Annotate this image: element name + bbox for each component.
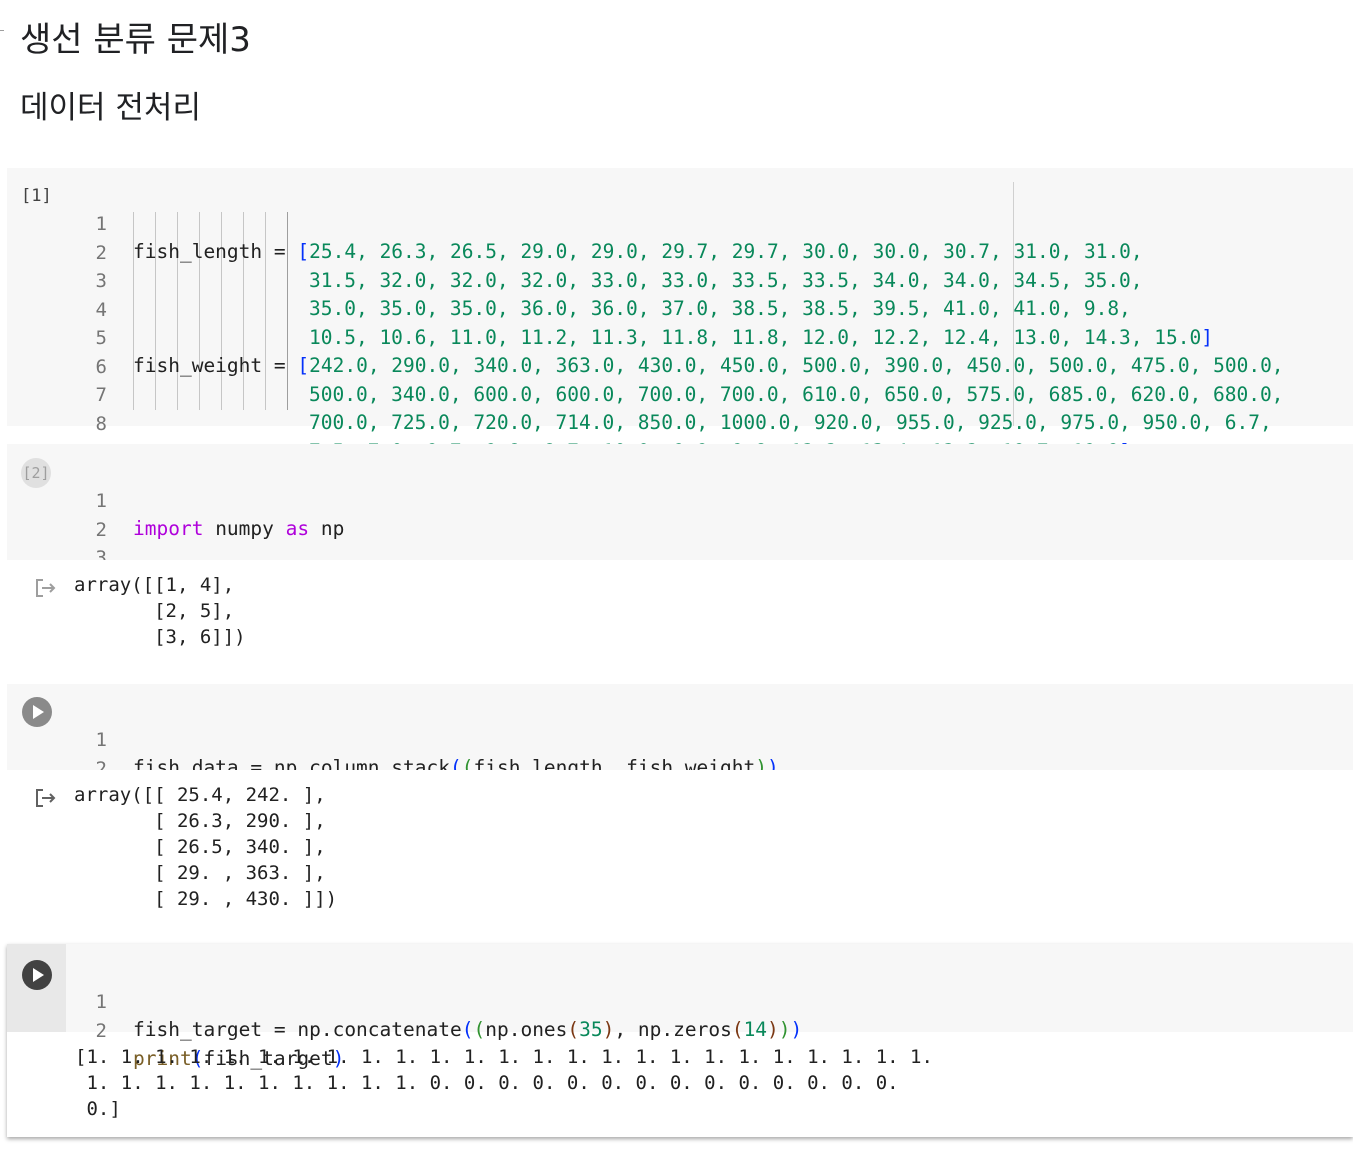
code-line[interactable]: 2 print(fish_target)	[7, 989, 1347, 1070]
code-line[interactable]: 2 31.5, 32.0, 32.0, 32.0, 33.0, 33.0, 33…	[7, 211, 1347, 292]
code-text[interactable]: 700.0, 725.0, 720.0, 714.0, 850.0, 1000.…	[309, 409, 1272, 437]
code-cell-2[interactable]: [2] 1 import numpy as np 2 3 np.column_s…	[7, 444, 1353, 597]
code-line[interactable]: 4 10.5, 10.6, 11.0, 11.2, 11.3, 11.8, 11…	[7, 268, 1347, 349]
output-area-2: array([[1, 4], [2, 5], [3, 6]])	[7, 560, 1353, 670]
code-line[interactable]: 3 np.column_stack(([1,2,3],[4,5,6]))	[7, 516, 1347, 597]
section-subtitle: 데이터 전처리	[20, 90, 201, 126]
output-area-3: array([[ 25.4, 242. ], [ 26.3, 290. ], […	[7, 770, 1353, 930]
code-cell-3[interactable]: 1 fish_data = np.column_stack((fish_leng…	[7, 684, 1353, 808]
code-line[interactable]: 6 500.0, 340.0, 600.0, 600.0, 700.0, 700…	[7, 325, 1347, 406]
code-line[interactable]: 1 fish_length = [25.4, 26.3, 26.5, 29.0,…	[7, 182, 1347, 263]
cell-output: [1. 1. 1. 1. 1. 1. 1. 1. 1. 1. 1. 1. 1. …	[75, 1046, 933, 1120]
section-title: 생선 분류 문제3	[20, 20, 251, 60]
code-line[interactable]: 2 fish_data[:5]	[7, 727, 1347, 808]
code-cell-4[interactable]: 1 fish_target = np.concatenate((np.ones(…	[7, 944, 1353, 1137]
section-collapse-marker[interactable]	[0, 30, 4, 31]
output-arrow-icon[interactable]	[35, 788, 57, 808]
code-line[interactable]: 5 fish_weight = [242.0, 290.0, 340.0, 36…	[7, 296, 1347, 377]
line-number: 2	[95, 1020, 107, 1042]
code-text[interactable]: fish_target = np.concatenate((np.ones(35…	[133, 1016, 802, 1044]
code-cell-1[interactable]: [1] 1 fish_length = [25.4, 26.3, 26.5, 2…	[7, 168, 1353, 463]
cell-output: array([[ 25.4, 242. ], [ 26.3, 290. ], […	[74, 784, 338, 910]
code-line[interactable]: 8 7.5, 7.0, 9.7, 9.8, 8.7, 10.0, 9.9, 9.…	[7, 382, 1347, 463]
code-line[interactable]: 2	[7, 488, 1347, 541]
output-arrow-icon[interactable]	[35, 578, 57, 598]
code-line[interactable]: 1 fish_target = np.concatenate((np.ones(…	[7, 960, 1347, 1041]
line-number: 8	[95, 413, 107, 435]
code-line[interactable]: 1 import numpy as np	[7, 459, 1347, 540]
code-line[interactable]: 7 700.0, 725.0, 720.0, 714.0, 850.0, 100…	[7, 353, 1347, 434]
code-line[interactable]: 1 fish_data = np.column_stack((fish_leng…	[7, 698, 1347, 779]
cell-output: array([[1, 4], [2, 5], [3, 6]])	[74, 574, 246, 648]
code-line[interactable]: 3 35.0, 35.0, 35.0, 36.0, 36.0, 37.0, 38…	[7, 239, 1347, 320]
